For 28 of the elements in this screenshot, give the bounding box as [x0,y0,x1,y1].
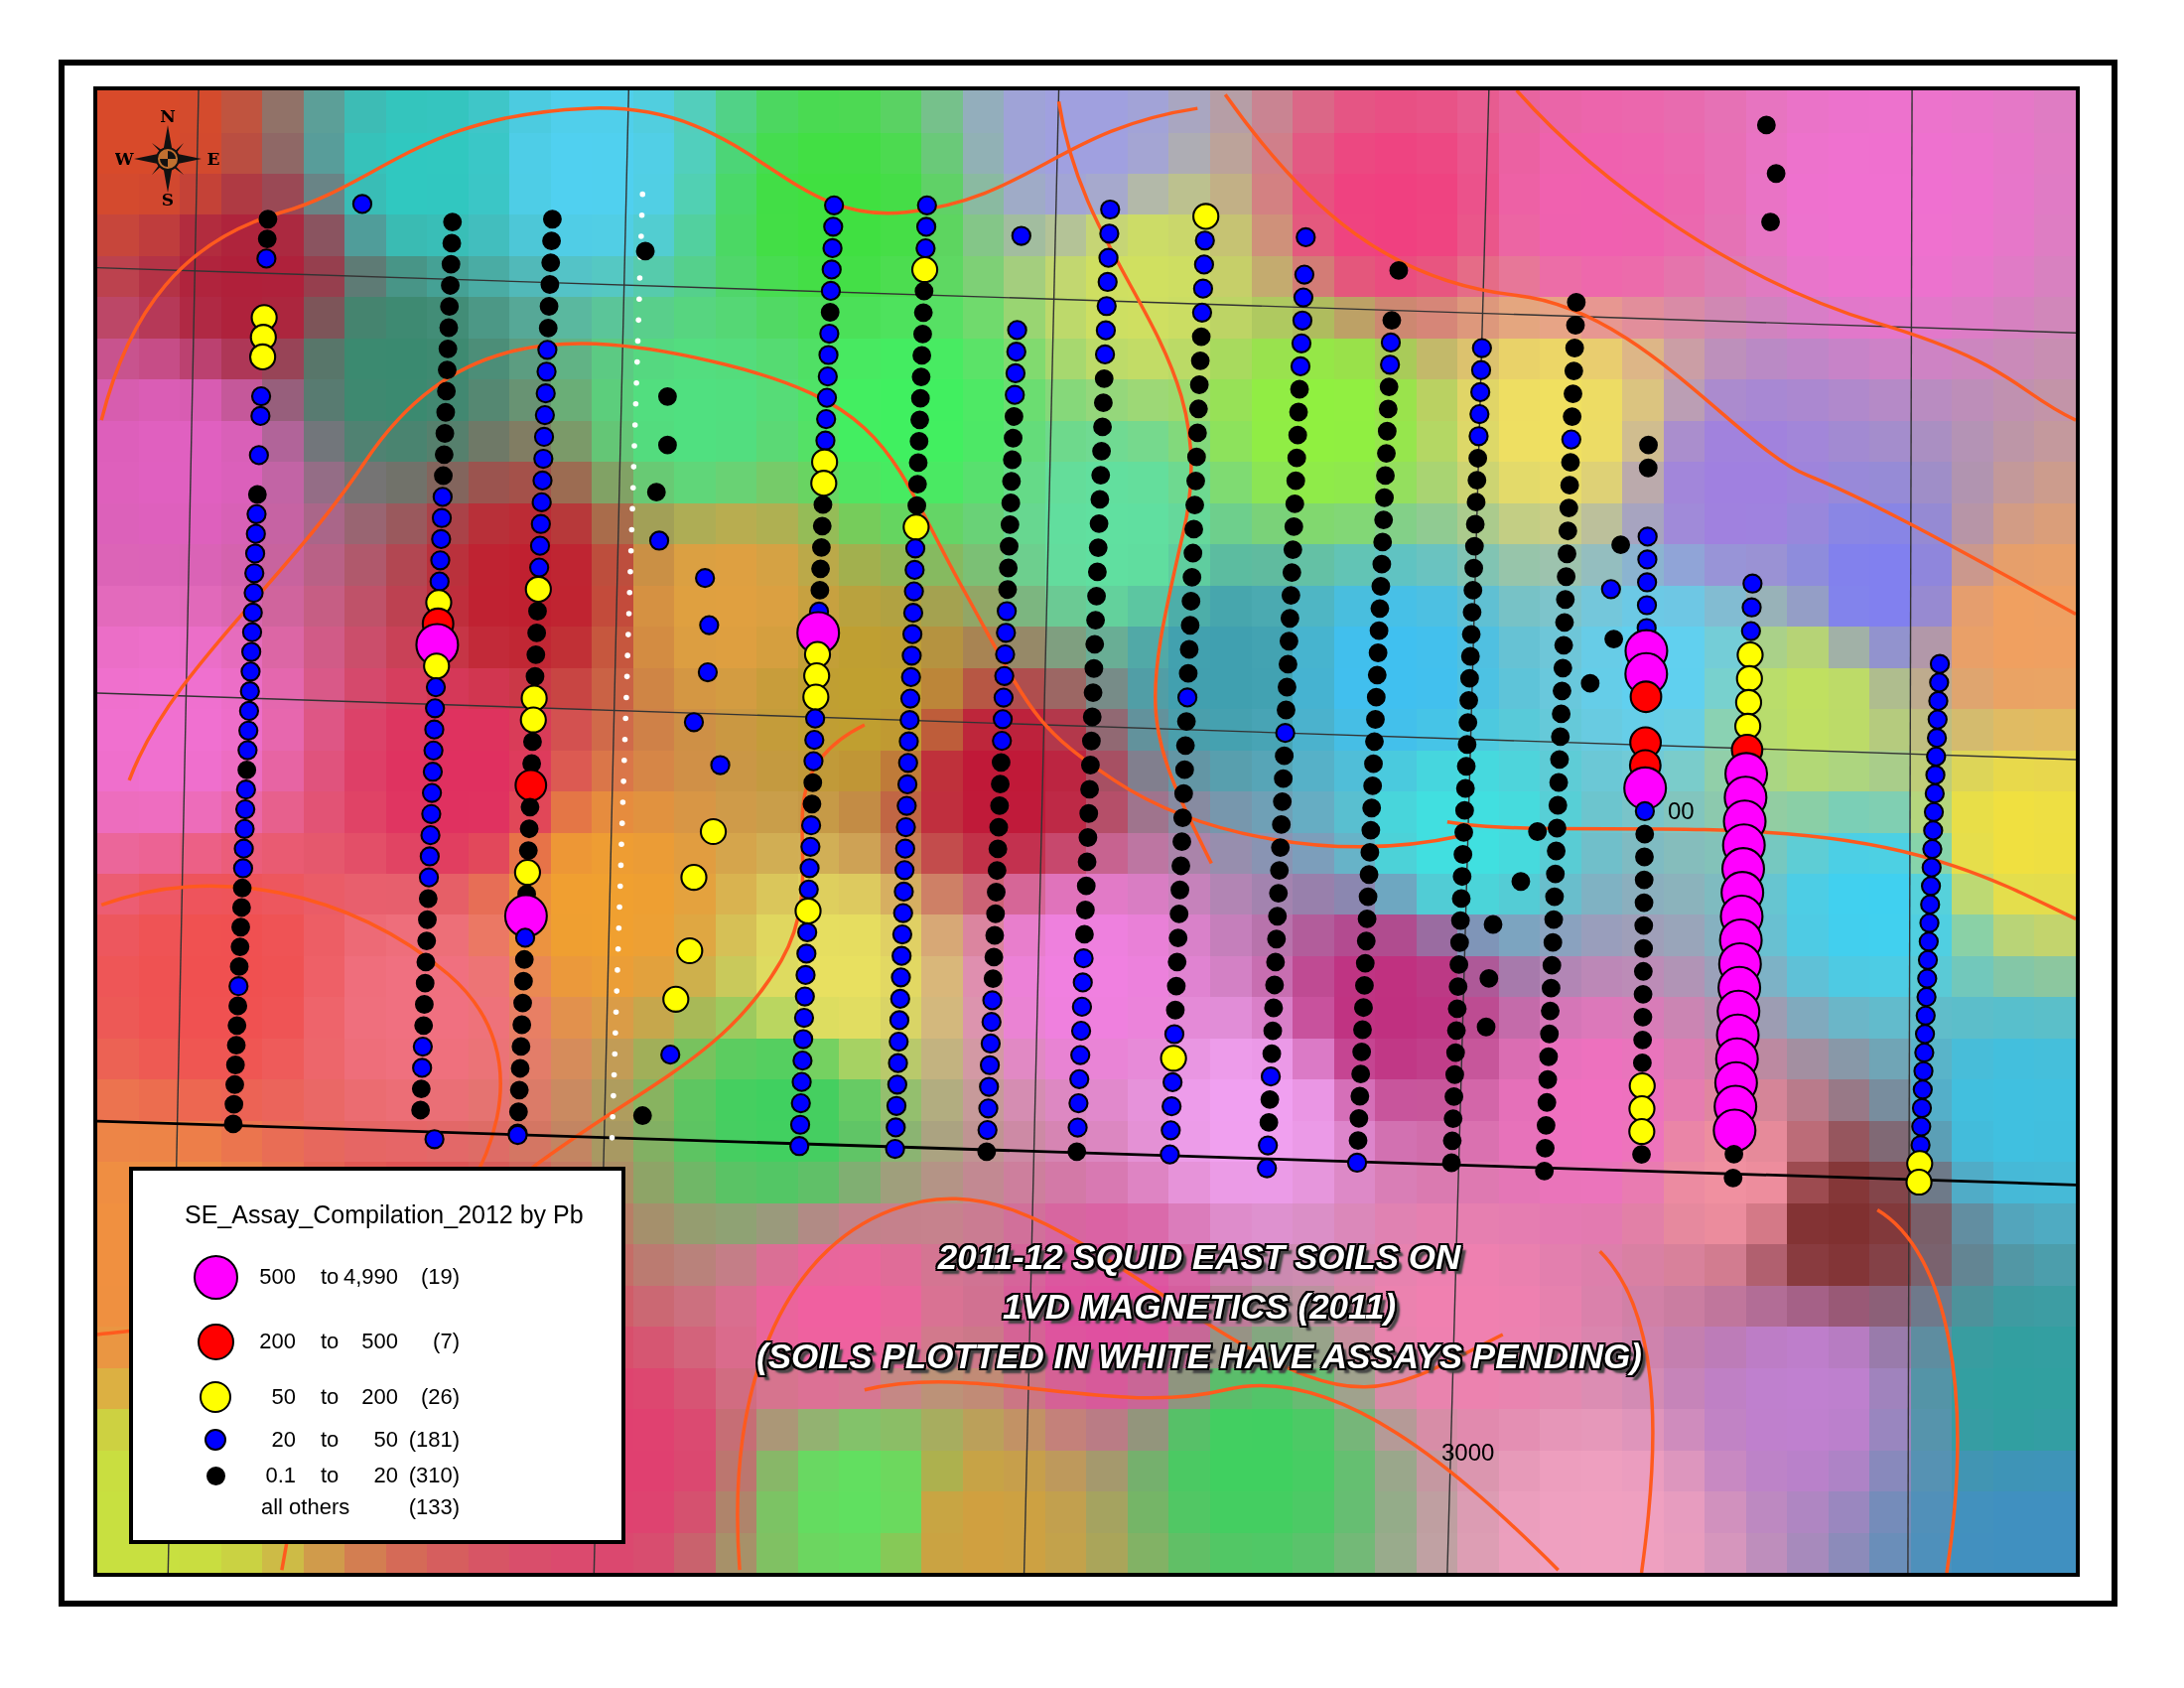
range-to: to [321,1384,341,1410]
sample-count: (133) [408,1494,460,1520]
east-label: E [206,149,220,169]
sample-count: (181) [408,1427,460,1453]
range-to: to [321,1463,341,1488]
range-low: 500 [259,1264,296,1290]
sample-count: (19) [420,1264,460,1290]
range-high: 20 [373,1463,398,1488]
range-high: 500 [361,1329,398,1354]
range-low: 50 [271,1384,296,1410]
range-low: 0.1 [265,1463,296,1488]
range-high: 50 [373,1427,398,1453]
grid-coordinate-label: 00 [1668,797,1695,825]
legend-title: SE_Assay_Compilation_2012 by Pb [184,1200,585,1229]
west-label: W [115,149,134,169]
range-to: to [321,1264,341,1290]
sample-count: (26) [420,1384,460,1410]
range-label: all others [260,1494,350,1520]
range-to: to [321,1329,341,1354]
range-low: 20 [271,1427,296,1453]
south-label: S [161,190,175,208]
range-to: to [321,1427,341,1453]
range-high: 4,990 [342,1264,398,1290]
north-label: N [160,106,176,126]
sample-count: (7) [433,1329,460,1354]
range-high: 200 [361,1384,398,1410]
range-low: 200 [259,1329,296,1354]
sample-count: (310) [408,1463,460,1488]
